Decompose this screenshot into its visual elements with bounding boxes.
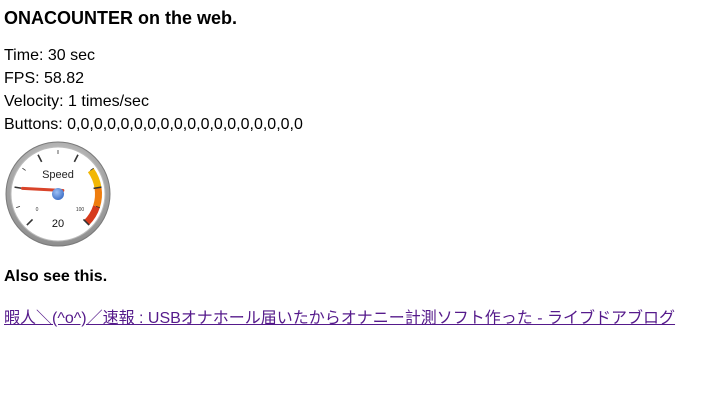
page-title: ONACOUNTER on the web. <box>4 8 237 28</box>
related-link-row: 暇人＼(^o^)／速報 : USBオナホール届いたからオナニー計測ソフト作った … <box>4 308 713 330</box>
velocity-readout: Velocity: 1 times/sec <box>4 93 149 110</box>
buttons-readout: Buttons: 0,0,0,0,0,0,0,0,0,0,0,0,0,0,0,0… <box>4 116 303 133</box>
page: ONACOUNTER on the web. Time: 30 sec FPS:… <box>0 0 717 413</box>
speed-gauge-graphic: 0 100 Speed 20 <box>5 141 111 247</box>
time-readout: Time: 30 sec <box>4 47 95 64</box>
gauge-value: 20 <box>52 218 64 230</box>
gauge-hub <box>52 188 64 200</box>
gauge-max-label: 100 <box>76 207 85 213</box>
speed-gauge: 0 100 Speed 20 <box>4 140 112 248</box>
related-heading: Also see this. <box>4 268 108 285</box>
fps-readout: FPS: 58.82 <box>4 70 85 87</box>
gauge-min-label: 0 <box>36 207 39 213</box>
gauge-label: Speed <box>42 169 74 181</box>
related-article-link[interactable]: 暇人＼(^o^)／速報 : USBオナホール届いたからオナニー計測ソフト作った … <box>4 310 675 327</box>
stats-panel: Time: 30 sec FPS: 58.82 Velocity: 1 time… <box>4 44 713 136</box>
